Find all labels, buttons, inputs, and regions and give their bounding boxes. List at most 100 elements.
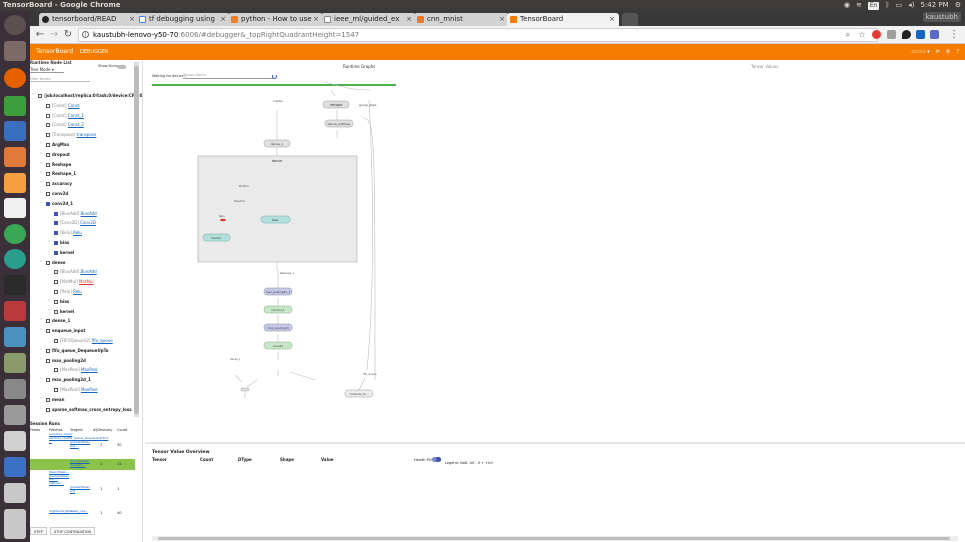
tree-node[interactable]: ˅ bias xyxy=(48,239,69,247)
tree-node[interactable]: [Relu] Relu xyxy=(48,229,82,237)
node-checkbox[interactable] xyxy=(46,103,50,108)
node-checkbox[interactable] xyxy=(54,211,58,216)
session-run-fetches[interactable]: ArgMax/ArgMax... xyxy=(49,509,76,514)
chrome-icon[interactable] xyxy=(4,224,26,244)
node-checkbox[interactable] xyxy=(46,123,50,128)
node-checkbox[interactable] xyxy=(54,290,58,294)
tab-cnn-mnist[interactable]: cnn_mnist × xyxy=(414,13,509,26)
bluetooth-icon[interactable]: ᛒ xyxy=(885,0,889,11)
system-settings-icon[interactable] xyxy=(4,301,26,321)
node-checkbox[interactable] xyxy=(46,162,50,167)
inactive-dashboards-dropdown[interactable]: ▭▭▭ ▾ xyxy=(911,44,929,60)
tree-node[interactable]: ˄ dense xyxy=(40,259,66,267)
chrome-tray-icon[interactable]: ◉ xyxy=(844,0,850,11)
libreoffice-writer-icon[interactable] xyxy=(4,121,26,141)
show-dumped-toggle[interactable] xyxy=(118,65,126,69)
node-link[interactable]: Const_2 xyxy=(68,122,84,127)
wifi-icon[interactable]: ≋ xyxy=(856,0,862,11)
reload-icon[interactable]: ↻ xyxy=(62,29,74,41)
text-editor-icon[interactable] xyxy=(4,327,26,347)
drive-icon[interactable] xyxy=(4,483,26,503)
close-icon[interactable]: × xyxy=(313,13,319,26)
tree-node[interactable]: ˅ ArgMax xyxy=(40,141,69,149)
tree-node[interactable]: [Const] Const_2 xyxy=(40,121,84,129)
node-checkbox[interactable] xyxy=(46,319,50,324)
tree-node[interactable]: [MaxPool] MaxPool xyxy=(48,366,98,374)
node-checkbox[interactable] xyxy=(54,339,58,343)
tree-node[interactable]: ˄ max_pooling2d_1 xyxy=(40,376,91,384)
stop-continuation-button[interactable]: STOP CONTINUATION xyxy=(50,527,96,535)
node-checkbox[interactable] xyxy=(54,250,58,255)
amazon-icon[interactable] xyxy=(4,198,26,218)
new-tab-button[interactable] xyxy=(622,13,638,26)
image-viewer-icon[interactable] xyxy=(4,353,26,373)
libreoffice-calc-icon[interactable] xyxy=(4,96,26,116)
tab-tf-debugging[interactable]: tf debugging using × xyxy=(136,13,230,26)
tree-node[interactable]: [BiasAdd] BiasAdd xyxy=(48,268,97,276)
node-checkbox[interactable] xyxy=(54,368,58,373)
tree-node[interactable]: ˄ max_pooling2d xyxy=(40,357,86,365)
node-link[interactable]: BiasAdd xyxy=(81,211,97,216)
tree-node[interactable]: [Relu] Relu xyxy=(48,288,82,296)
active-dashboard-select[interactable]: DEBUGGER xyxy=(80,44,108,60)
close-icon[interactable]: × xyxy=(129,13,135,26)
graph-node-dense-group[interactable] xyxy=(197,155,358,263)
session-run-targets[interactable]: train/gradien ts/mean... xyxy=(70,459,93,467)
node-checkbox[interactable] xyxy=(46,260,50,265)
address-bar[interactable]: i kaustubh-lenovo-y50-70:6006/#debugger&… xyxy=(78,28,878,42)
node-checkbox[interactable] xyxy=(46,143,50,147)
bluetooth-app-icon[interactable] xyxy=(4,457,26,477)
files-icon[interactable] xyxy=(4,41,26,61)
node-checkbox[interactable] xyxy=(46,201,50,206)
node-link[interactable]: fifo_queue xyxy=(92,338,113,343)
back-arrow-icon[interactable]: ← xyxy=(34,29,46,41)
disk-icon[interactable] xyxy=(4,379,26,399)
calculator-icon[interactable] xyxy=(4,431,26,451)
tree-node[interactable]: ˅ mean xyxy=(40,396,64,404)
tree-node[interactable]: ˅ conv2d xyxy=(40,190,68,198)
node-link[interactable]: transpose xyxy=(77,132,97,137)
extension-shield-icon[interactable] xyxy=(887,30,896,39)
help-icon[interactable]: ? xyxy=(956,44,959,60)
tree-node[interactable]: [Const] Const xyxy=(40,102,79,110)
tree-node[interactable]: ˄ enqueue_input xyxy=(40,327,85,335)
extension-blue-icon[interactable] xyxy=(916,30,925,39)
extension-abp-icon[interactable] xyxy=(872,30,881,39)
node-list-scrollbar[interactable] xyxy=(134,62,139,417)
tab-github[interactable]: tensorboard/READ × xyxy=(39,13,139,26)
close-icon[interactable]: × xyxy=(220,13,226,26)
graph-node-relu-highlighted[interactable] xyxy=(220,218,226,222)
settings-icon[interactable]: ⚙ xyxy=(946,44,950,60)
node-checkbox[interactable] xyxy=(46,192,50,196)
node-checkbox[interactable] xyxy=(46,152,50,157)
reload-icon[interactable]: ⟳ xyxy=(936,44,940,60)
volume-icon[interactable]: ◂) xyxy=(908,0,914,11)
scrollbar-thumb[interactable] xyxy=(134,66,139,414)
close-icon[interactable]: × xyxy=(499,13,505,26)
tree-node[interactable]: ˅/job:localhost/replica:0/task:0/device:… xyxy=(32,92,142,100)
node-checkbox[interactable] xyxy=(54,241,58,245)
filter-nodes-input[interactable]: Filter Nodes xyxy=(30,77,90,82)
tree-node[interactable]: ˅ fifo_queue_DequeueUpTo xyxy=(40,347,109,355)
scrollbar-thumb[interactable] xyxy=(158,537,950,540)
clock[interactable]: 5:42 PM xyxy=(921,0,949,11)
node-link[interactable]: MatMul xyxy=(79,279,94,284)
tree-node[interactable]: ˅ Reshape xyxy=(40,161,71,169)
tree-mode-select[interactable]: Tree Mode ▾ xyxy=(30,67,64,73)
tree-node[interactable]: ˅ bias xyxy=(48,298,69,306)
node-checkbox[interactable] xyxy=(54,280,58,285)
tree-node[interactable]: [Transpose] transpose xyxy=(40,131,96,139)
node-checkbox[interactable] xyxy=(46,172,50,177)
node-link[interactable]: Relu xyxy=(73,230,82,235)
tree-node[interactable]: [FIFOQueueV2] fifo_queue xyxy=(48,337,113,345)
node-checkbox[interactable] xyxy=(46,348,50,353)
node-link[interactable]: Const xyxy=(68,103,79,108)
tree-node[interactable]: [MatMul] MatMul xyxy=(48,278,94,286)
tree-node[interactable]: [BiasAdd] BiasAdd xyxy=(48,210,97,218)
session-run-fetches[interactable]: Mean/Mean... gradientDesc ent ... softma… xyxy=(49,470,69,485)
tree-node[interactable]: [Const] Const_1 xyxy=(40,112,84,120)
node-link[interactable]: Relu xyxy=(73,289,82,294)
dash-home-icon[interactable] xyxy=(4,15,26,35)
node-checkbox[interactable] xyxy=(54,309,58,314)
node-checkbox[interactable] xyxy=(46,133,50,138)
